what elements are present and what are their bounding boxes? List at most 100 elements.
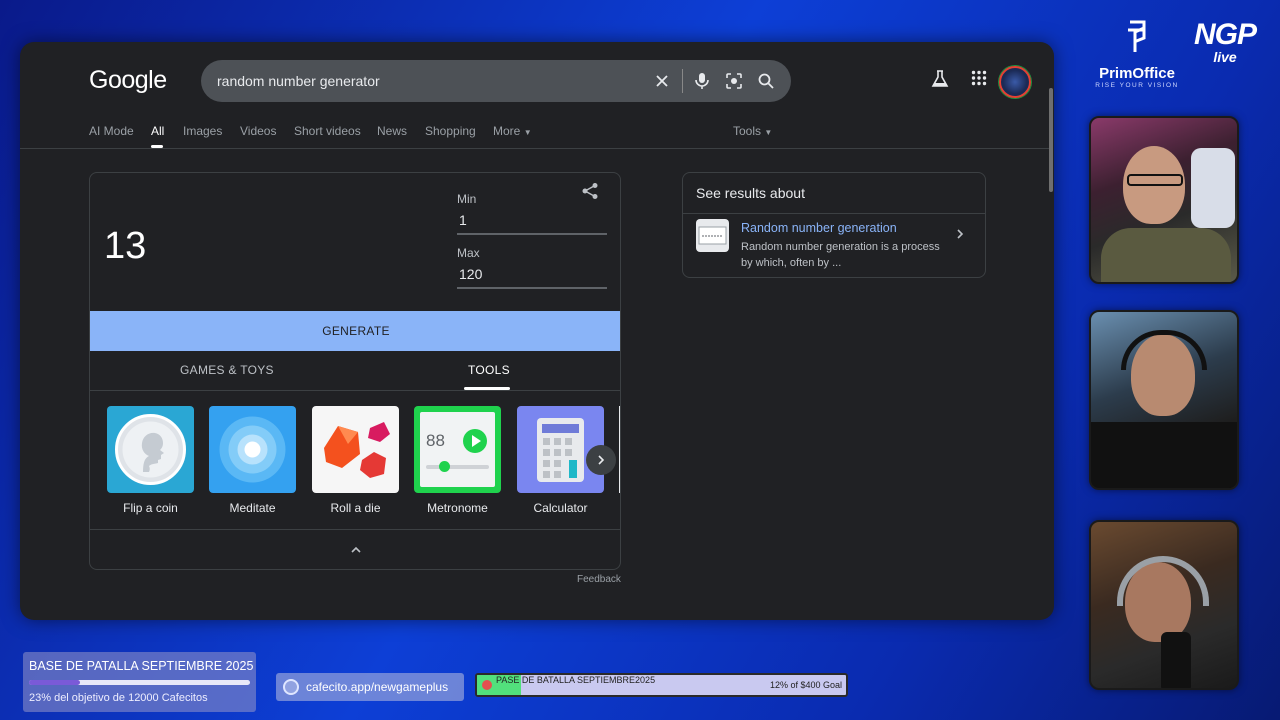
search-tabs: AI Mode All Images Videos Short videos N… <box>20 124 1054 148</box>
search-divider <box>682 69 683 93</box>
tool-label-meditate: Meditate <box>229 501 276 515</box>
cafecito-url: cafecito.app/newgameplus <box>306 680 449 694</box>
max-label: Max <box>457 246 480 260</box>
webcam-feed-2 <box>1089 310 1239 490</box>
goal-subtitle: 23% del objetivo de 12000 Cafecitos <box>29 692 208 704</box>
tab-all[interactable]: All <box>151 124 164 138</box>
tab-news[interactable]: News <box>377 124 407 138</box>
webcam-feed-3 <box>1089 520 1239 690</box>
share-icon[interactable] <box>581 182 601 202</box>
search-icon[interactable] <box>756 71 776 91</box>
flip-coin-tile[interactable] <box>107 406 194 493</box>
glasses <box>1127 174 1183 186</box>
microphone-icon[interactable] <box>692 71 712 91</box>
google-logo[interactable]: Google <box>89 66 167 95</box>
search-bar[interactable]: random number generator <box>201 60 791 102</box>
battle-pass-goal-widget: PASE DE BATALLA SEPTIEMBRE2025 12% of $4… <box>475 673 848 697</box>
labs-flask-icon[interactable] <box>931 70 949 93</box>
cafecito-icon <box>283 679 299 695</box>
apps-grid-icon[interactable] <box>971 70 987 91</box>
metronome-tile[interactable]: 88 <box>414 406 501 493</box>
ngp-live-logo: NGP live <box>1190 18 1260 65</box>
min-label: Min <box>457 192 477 206</box>
chevron-right-icon <box>598 455 605 465</box>
goal-title: BASE DE PATALLA SEPTIEMBRE 2025 <box>29 659 254 673</box>
scrollbar-thumb[interactable] <box>1049 88 1053 192</box>
generated-number: 13 <box>104 225 147 267</box>
card-bottom-divider <box>90 529 620 530</box>
tools-button[interactable]: Tools ▼ <box>733 124 772 138</box>
primoffice-logo: PrimOffice RISE YOUR VISION <box>1087 18 1187 89</box>
cafecito-goal-widget: BASE DE PATALLA SEPTIEMBRE 2025 23% del … <box>23 652 256 712</box>
max-input[interactable]: 120 <box>459 266 482 282</box>
tool-label-metronome: Metronome <box>427 501 488 515</box>
streamer-shirt <box>1101 228 1231 282</box>
cafecito-link-widget: cafecito.app/newgameplus <box>276 673 464 701</box>
carousel-next-button[interactable] <box>586 445 616 475</box>
tab-videos[interactable]: Videos <box>240 124 276 138</box>
chevron-down-icon: ▼ <box>523 128 532 137</box>
random-number-card: 13 Min 1 Max 120 GENERATE GAMES & TOYS T… <box>89 172 621 570</box>
tool-label-calculator: Calculator <box>533 501 588 515</box>
tab-shopping[interactable]: Shopping <box>425 124 476 138</box>
min-input[interactable]: 1 <box>459 212 467 228</box>
metronome-bpm: 88 <box>426 431 445 450</box>
tool-label-roll-die: Roll a die <box>330 501 381 515</box>
panel-title: See results about <box>696 185 805 201</box>
heart-icon <box>482 680 492 690</box>
browser-window: Google random number generator AI Mode A… <box>20 42 1054 620</box>
play-icon <box>463 429 487 453</box>
account-avatar[interactable] <box>999 66 1031 98</box>
chevron-right-icon[interactable] <box>953 227 967 241</box>
brand-tagline: RISE YOUR VISION <box>1095 82 1179 89</box>
ngp-text: NGP <box>1193 18 1257 51</box>
brand-name: PrimOffice <box>1099 65 1175 82</box>
header-divider <box>20 148 1050 149</box>
max-underline <box>457 287 607 289</box>
result-description: Random number generation is a process by… <box>741 241 940 269</box>
feedback-link[interactable]: Feedback <box>577 574 621 585</box>
card-tabs-divider <box>90 390 620 391</box>
tempo-slider-thumb <box>439 461 450 472</box>
chevron-up-icon <box>351 546 361 553</box>
meditate-icon <box>219 416 286 483</box>
lens-icon[interactable] <box>724 71 744 91</box>
tab-more-label: More <box>493 124 521 138</box>
tab-games-toys[interactable]: GAMES & TOYS <box>180 363 274 377</box>
see-results-about-panel: See results about Random number generati… <box>682 172 986 278</box>
dice-icon <box>324 422 390 478</box>
generate-button[interactable]: GENERATE <box>90 311 620 351</box>
next-tile-edge <box>619 406 620 493</box>
min-underline <box>457 233 607 235</box>
headphones <box>1121 330 1207 370</box>
tab-images[interactable]: Images <box>183 124 222 138</box>
live-text: live <box>1213 49 1237 65</box>
chevron-down-icon: ▼ <box>764 128 773 137</box>
clear-icon[interactable] <box>652 71 672 91</box>
tab-more[interactable]: More ▼ <box>493 124 532 138</box>
tab-short-videos[interactable]: Short videos <box>294 124 361 138</box>
webcam-feed-1 <box>1089 116 1239 284</box>
background-chair <box>1191 148 1235 228</box>
battle-pass-goal: 12% of $400 Goal <box>769 680 842 690</box>
goal-progress-bar <box>29 680 250 685</box>
panel-divider <box>683 213 985 214</box>
tab-ai-mode[interactable]: AI Mode <box>89 124 134 138</box>
random-number-generation-link[interactable]: Random number generation <box>741 221 897 235</box>
collapse-button[interactable] <box>346 543 366 557</box>
coin-icon <box>115 414 186 485</box>
battle-pass-title: PASE DE BATALLA SEPTIEMBRE2025 <box>496 675 656 685</box>
tool-label-flip-coin: Flip a coin <box>123 501 178 515</box>
result-thumbnail[interactable] <box>696 219 729 252</box>
tools-label: Tools <box>733 124 762 138</box>
headphones <box>1117 556 1209 606</box>
search-input[interactable]: random number generator <box>217 73 380 89</box>
goal-progress-fill <box>29 680 80 685</box>
primoffice-logo-icon <box>1128 20 1146 52</box>
microphone <box>1161 632 1191 688</box>
streamer-shirt <box>1091 422 1237 488</box>
tempo-slider <box>426 465 489 469</box>
roll-die-tile[interactable] <box>312 406 399 493</box>
meditate-tile[interactable] <box>209 406 296 493</box>
tab-tools[interactable]: TOOLS <box>468 363 510 377</box>
